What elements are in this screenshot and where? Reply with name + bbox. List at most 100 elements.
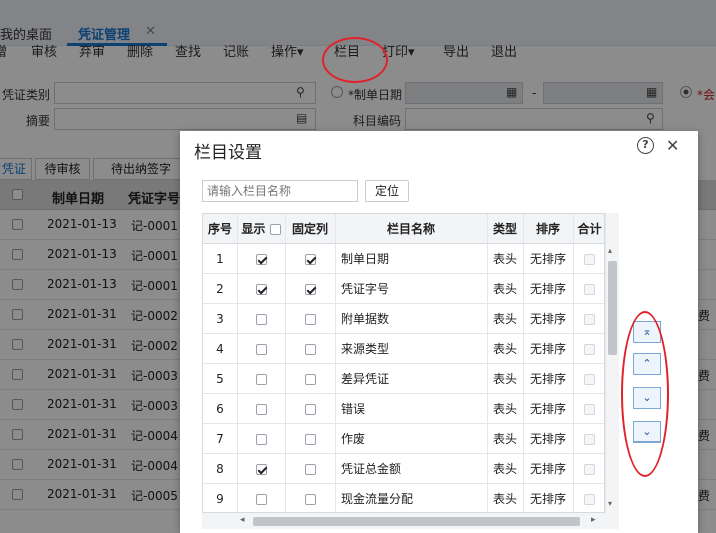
header-show-label: 显示 [241, 222, 266, 236]
row-seq: 9 [216, 492, 224, 506]
row-sum-cell [573, 394, 604, 424]
column-row[interactable]: 4 来源类型 表头 无排序 [203, 334, 604, 364]
row-fixed-cell [285, 244, 335, 274]
row-show-cell [237, 364, 285, 394]
close-icon[interactable]: ✕ [666, 136, 679, 155]
show-checkbox[interactable] [255, 344, 267, 355]
column-row[interactable]: 3 附单据数 表头 无排序 [203, 304, 604, 334]
row-fixed-cell [285, 394, 335, 424]
header-seq: 序号 [207, 222, 232, 236]
sum-checkbox [584, 404, 595, 415]
column-row[interactable]: 7 作废 表头 无排序 [203, 424, 604, 454]
column-row[interactable]: 2 凭证字号 表头 无排序 [203, 274, 604, 304]
vertical-scroll-thumb[interactable] [608, 261, 617, 355]
show-checkbox[interactable] [255, 464, 267, 475]
row-column-name: 凭证字号 [341, 282, 390, 296]
scroll-left-icon[interactable]: ◂ [240, 515, 245, 525]
row-fixed-cell [285, 304, 335, 334]
row-sort[interactable]: 无排序 [523, 364, 573, 394]
column-row[interactable]: 1 制单日期 表头 无排序 [203, 244, 604, 274]
row-sort[interactable]: 无排序 [523, 334, 573, 364]
scroll-down-icon[interactable]: ▾ [608, 499, 612, 508]
row-fixed-cell [285, 274, 335, 304]
fixed-checkbox[interactable] [304, 494, 316, 505]
row-type: 表头 [492, 282, 517, 296]
col-divider [523, 214, 524, 512]
fixed-checkbox[interactable] [304, 374, 316, 385]
fixed-checkbox[interactable] [304, 464, 316, 475]
fixed-checkbox[interactable] [304, 284, 316, 295]
show-checkbox[interactable] [255, 404, 267, 415]
row-sort[interactable]: 无排序 [523, 274, 573, 304]
row-seq: 2 [216, 282, 224, 296]
fixed-checkbox[interactable] [304, 404, 316, 415]
row-type: 表头 [492, 432, 517, 446]
row-type: 表头 [492, 462, 517, 476]
show-checkbox[interactable] [255, 494, 267, 505]
col-divider [487, 214, 488, 512]
locate-button[interactable]: 定位 [365, 180, 409, 202]
show-checkbox[interactable] [255, 254, 267, 265]
row-fixed-cell [285, 424, 335, 454]
header-show: 显示 [237, 214, 285, 244]
show-checkbox[interactable] [255, 374, 267, 385]
scroll-up-icon[interactable]: ▴ [608, 246, 612, 255]
header-sort: 排序 [535, 222, 560, 236]
sum-checkbox [584, 284, 595, 295]
row-sort[interactable]: 无排序 [523, 424, 573, 454]
column-row[interactable]: 5 差异凭证 表头 无排序 [203, 364, 604, 394]
fixed-checkbox[interactable] [304, 254, 316, 265]
row-seq: 6 [216, 402, 224, 416]
help-icon[interactable]: ? [637, 137, 654, 154]
row-sum-cell [573, 424, 604, 454]
row-sort[interactable]: 无排序 [523, 394, 573, 424]
show-checkbox[interactable] [255, 284, 267, 295]
row-sum-cell [573, 364, 604, 394]
sum-checkbox [584, 434, 595, 445]
header-type: 类型 [492, 222, 517, 236]
sum-checkbox [584, 464, 595, 475]
row-type: 表头 [492, 492, 517, 506]
fixed-checkbox[interactable] [304, 434, 316, 445]
row-type: 表头 [492, 402, 517, 416]
fixed-checkbox[interactable] [304, 344, 316, 355]
column-row[interactable]: 9 现金流量分配 表头 无排序 [203, 484, 604, 512]
annotation-circle [322, 37, 388, 83]
row-show-cell [237, 394, 285, 424]
row-seq: 5 [216, 372, 224, 386]
horizontal-scroll-thumb[interactable] [253, 517, 580, 526]
row-seq: 3 [216, 312, 224, 326]
col-divider [237, 214, 238, 512]
row-fixed-cell [285, 334, 335, 364]
row-fixed-cell [285, 484, 335, 512]
row-sum-cell [573, 454, 604, 484]
column-row[interactable]: 8 凭证总金额 表头 无排序 [203, 454, 604, 484]
row-show-cell [237, 424, 285, 454]
row-sort[interactable]: 无排序 [523, 244, 573, 274]
row-show-cell [237, 334, 285, 364]
row-sort[interactable]: 无排序 [523, 304, 573, 334]
row-sort[interactable]: 无排序 [523, 484, 573, 512]
column-table-header: 序号 显示 固定列 栏目名称 类型 排序 合计 [203, 214, 604, 244]
fixed-checkbox[interactable] [304, 314, 316, 325]
column-row[interactable]: 6 错误 表头 无排序 [203, 394, 604, 424]
scroll-right-icon[interactable]: ▸ [591, 515, 596, 525]
row-seq: 7 [216, 432, 224, 446]
row-sum-cell [573, 274, 604, 304]
show-all-checkbox[interactable] [269, 224, 281, 235]
sum-checkbox [584, 374, 595, 385]
column-search-input[interactable] [202, 180, 358, 202]
col-divider [285, 214, 286, 512]
header-fixed: 固定列 [291, 222, 328, 236]
horizontal-scrollbar[interactable]: ◂ ▸ [202, 513, 619, 529]
col-divider [335, 214, 336, 512]
row-column-name: 来源类型 [341, 342, 390, 356]
show-checkbox[interactable] [255, 314, 267, 325]
show-checkbox[interactable] [255, 434, 267, 445]
row-show-cell [237, 244, 285, 274]
vertical-scrollbar[interactable]: ▴ ▾ [605, 213, 619, 513]
row-type: 表头 [492, 342, 517, 356]
row-sort[interactable]: 无排序 [523, 454, 573, 484]
annotation-circle [621, 311, 669, 477]
row-seq: 8 [216, 462, 224, 476]
